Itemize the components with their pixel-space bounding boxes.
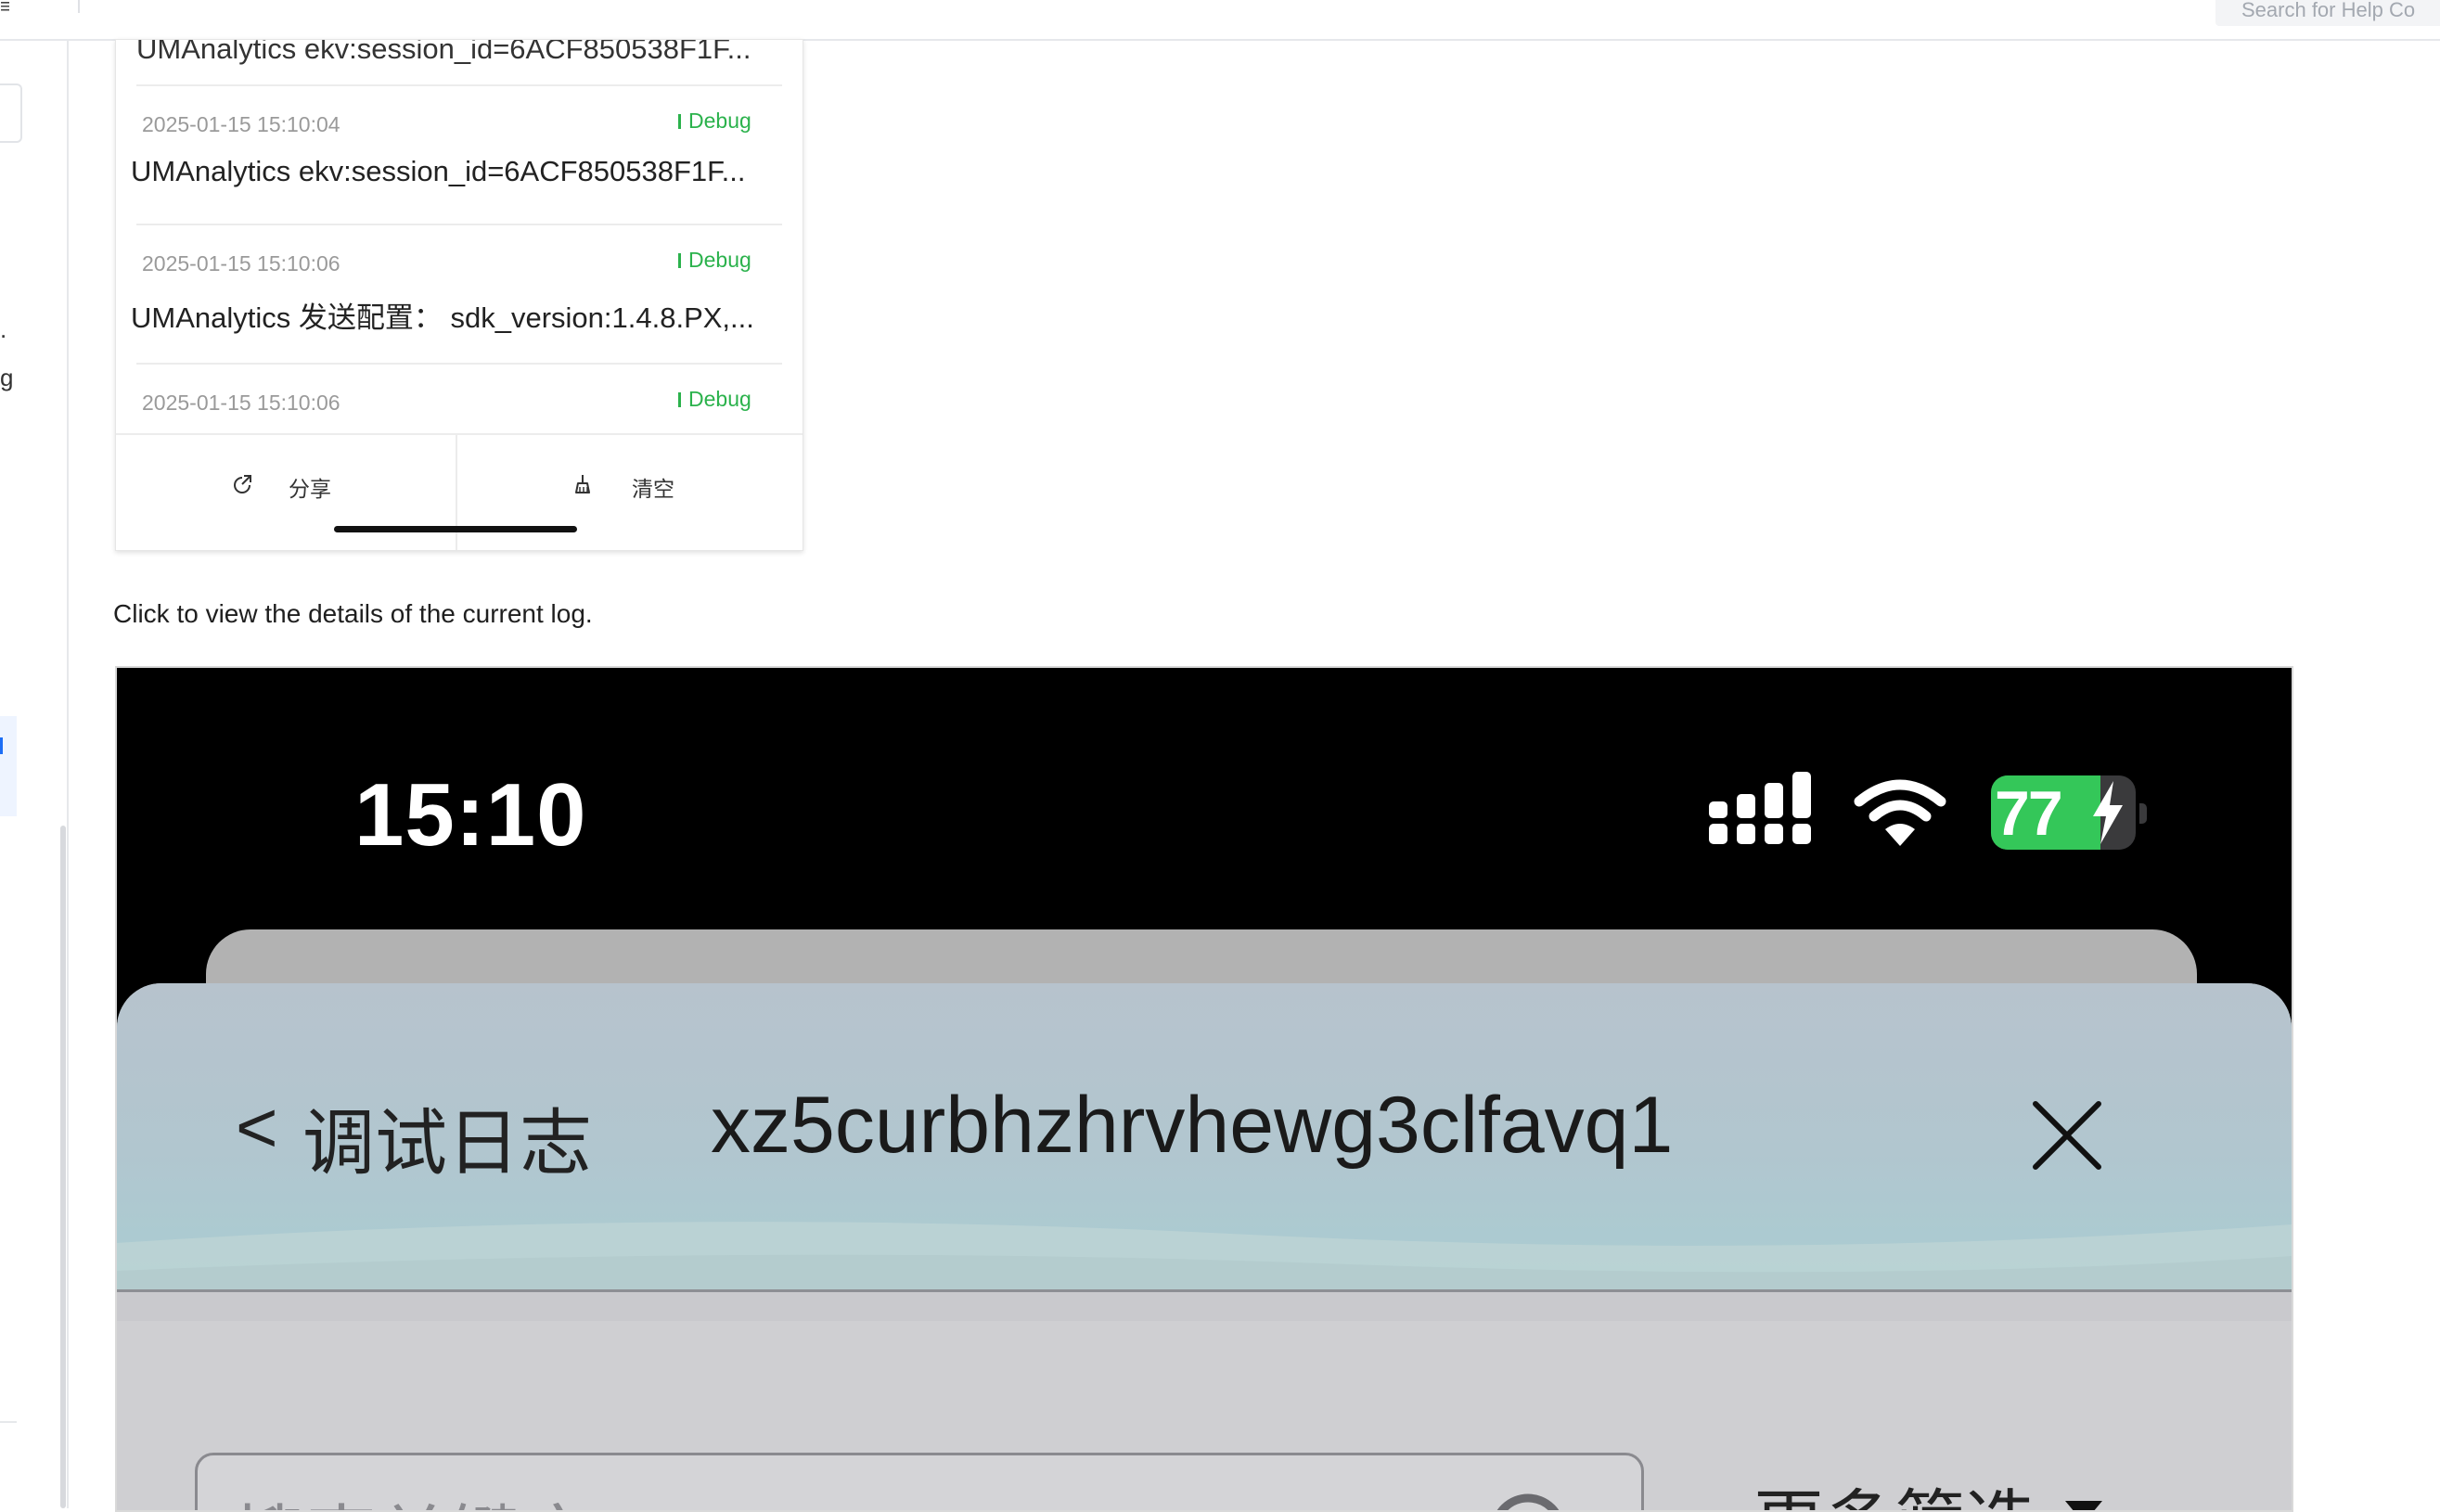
log-message[interactable]: UMAnalytics ekv:session_id=6ACF850538F1F… — [131, 155, 746, 188]
log-detail-screenshot: 15:10 77 < 调试日志 xz5curbhzhrvhewg3clfavq1 — [115, 666, 2293, 1512]
entry-divider — [136, 224, 782, 225]
wifi-icon — [1854, 779, 1946, 846]
battery-indicator: 77 — [1991, 775, 2136, 850]
log-timestamp: 2025-01-15 15:10:06 — [142, 251, 340, 275]
charging-bolt-icon — [2093, 781, 2123, 844]
log-level-badge: Debug — [678, 248, 751, 273]
topbar-divider — [78, 0, 80, 13]
entry-divider — [136, 84, 782, 86]
header-wave-decoration — [117, 1222, 2292, 1291]
log-level-badge: Debug — [678, 109, 751, 134]
clear-button[interactable]: 清空 — [457, 435, 803, 550]
sidebar-divider — [0, 1421, 17, 1423]
battery-percent: 77 — [1995, 778, 2063, 849]
log-level-badge: Debug — [678, 387, 751, 412]
home-indicator — [334, 526, 577, 532]
caret-down-icon — [2065, 1501, 2102, 1510]
status-bar-time: 15:10 — [354, 765, 587, 865]
battery-cap — [2139, 803, 2147, 824]
sidebar-item-fragment[interactable]: . — [0, 315, 6, 344]
search-placeholder: Search for Help Co — [2241, 0, 2416, 21]
back-label: 调试日志 — [302, 1102, 593, 1184]
filter-bar: 搜索关键字 更多筛选 — [117, 1321, 2292, 1510]
menu-icon[interactable]: ≡ — [0, 0, 9, 13]
top-bar: ≡ Search for Help Co — [0, 0, 2440, 41]
help-search-input[interactable]: Search for Help Co — [2215, 0, 2440, 26]
search-icon[interactable] — [1487, 1487, 1576, 1510]
sidebar-filter-box[interactable] — [0, 83, 22, 143]
log-timestamp: 2025-01-15 15:10:06 — [142, 391, 340, 415]
search-placeholder: 搜索关键字 — [233, 1481, 595, 1510]
cellular-signal-icon — [1709, 772, 1811, 844]
sidebar-scrollbar[interactable] — [60, 826, 66, 1508]
sidebar-item-active[interactable] — [0, 716, 17, 816]
modal-sheet: < 调试日志 xz5curbhzhrvhewg3clfavq1 搜索关键字 更多… — [117, 983, 2292, 1510]
sidebar-border — [67, 39, 69, 1508]
chevron-left-icon: < — [236, 1086, 278, 1168]
share-icon — [234, 475, 251, 493]
header-divider — [117, 1289, 2292, 1292]
doc-paragraph: Click to view the details of the current… — [113, 599, 593, 628]
log-action-bar: 分享 清空 — [116, 433, 803, 550]
nav-header: < 调试日志 xz5curbhzhrvhewg3clfavq1 — [117, 983, 2292, 1291]
entry-divider — [136, 363, 782, 365]
page-title: xz5curbhzhrvhewg3clfavq1 — [711, 1081, 1674, 1170]
sidebar-active-indicator — [0, 737, 3, 754]
share-button[interactable]: 分享 — [116, 435, 456, 550]
log-message[interactable]: UMAnalytics 发送配置： sdk_version:1.4.8.PX,.… — [131, 294, 754, 336]
log-message: UMAnalytics ekv:session_id=6ACF850538F1F… — [136, 39, 751, 65]
more-filters-label: 更多筛选 — [1753, 1466, 2035, 1510]
broom-icon — [575, 475, 590, 493]
close-icon[interactable] — [2032, 1100, 2102, 1171]
sidebar-item-fragment[interactable]: g — [0, 364, 13, 392]
keyword-search-input[interactable]: 搜索关键字 — [195, 1453, 1644, 1510]
clear-label: 清空 — [632, 477, 674, 501]
log-list-screenshot: UMAnalytics ekv:session_id=6ACF850538F1F… — [115, 39, 803, 551]
share-label: 分享 — [289, 477, 331, 501]
log-timestamp: 2025-01-15 15:10:04 — [142, 112, 340, 136]
